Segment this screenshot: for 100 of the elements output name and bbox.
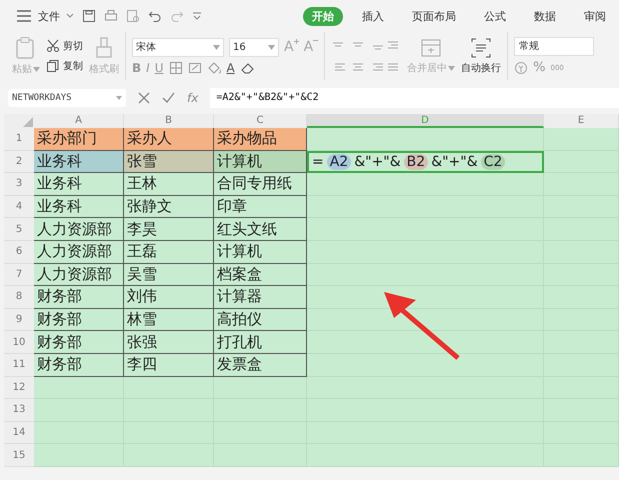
column-header[interactable]: E [544,114,619,128]
triangle-icon [23,117,33,127]
ribbon-tab[interactable]: 插入 [353,6,393,26]
column-header[interactable]: D [307,114,544,128]
dropdown-icon[interactable] [192,11,202,21]
caret-icon[interactable] [66,13,74,19]
copy-button[interactable]: 复制 [46,59,83,73]
row-number[interactable]: 6 [4,240,34,264]
table-cell: 林雪 [124,308,214,332]
plus-icon [294,39,299,44]
row-number[interactable]: 9 [4,308,34,332]
row-number[interactable]: 13 [4,399,34,422]
row-number[interactable]: 1 [4,128,34,151]
ribbon-tab[interactable]: 页面布局 [403,6,465,26]
table-cell: 人力资源部 [34,264,124,286]
table-cell: 李四 [124,354,214,377]
ribbon-tab[interactable]: 开始 [303,6,343,26]
file-menu[interactable]: 文件 [38,8,60,24]
row-number[interactable]: 11 [4,354,34,377]
ribbon-tab[interactable]: 数据 [525,6,565,26]
row-number[interactable]: 4 [4,196,34,218]
ribbon-tab[interactable]: 审阅 [575,6,615,26]
table-cell: 王林 [124,173,214,196]
font-size: 16 [233,42,246,52]
increase-font-button[interactable]: A [284,39,299,55]
clipboard-icon [15,36,37,60]
undo-icon[interactable] [148,9,162,23]
border-icon[interactable] [168,60,182,74]
font-color-button[interactable]: A [226,60,235,74]
decrease-font-button[interactable]: A [304,39,318,55]
table-cell: 高拍仪 [214,308,307,332]
table-cell: 采办人 [124,128,214,151]
percent-button[interactable]: % [533,60,546,75]
underline-button[interactable]: U [154,60,164,74]
print-icon[interactable] [104,9,118,23]
table-cell: 发票盒 [214,354,307,377]
cut-button[interactable]: 剪切 [46,39,83,53]
column-header[interactable]: A [34,114,124,128]
currency-icon[interactable] [514,60,528,74]
caret-icon [213,44,220,50]
cell-reference: C2 [480,154,506,170]
number-format-select[interactable]: 常规 [514,37,594,56]
table-cell: 印章 [214,196,307,218]
table-cell: 吴雪 [124,264,214,286]
italic-button[interactable]: I [146,60,150,74]
table-cell: 刘伟 [124,286,214,309]
table-cell: 计算机 [214,150,307,174]
formula-text: &"+"& [354,154,401,170]
select-all-corner[interactable] [4,114,34,128]
row-number[interactable]: 3 [4,173,34,196]
preview-icon[interactable] [126,9,140,23]
paste-button[interactable]: 粘贴 [12,36,40,76]
fill-style-icon[interactable] [188,60,202,74]
eraser-icon[interactable] [240,60,256,74]
table-cell: 张强 [124,331,214,354]
table-cell: 业务科 [34,173,124,196]
merge-center-button[interactable]: 合并居中 [407,37,456,75]
formula-text: = [312,154,324,170]
save-icon[interactable] [82,9,96,23]
letter-label: A [284,39,294,55]
redo-icon[interactable] [170,9,184,23]
column-header[interactable]: C [214,114,307,128]
table-cell: 王磊 [124,240,214,264]
table-cell: 计算机 [214,240,307,264]
table-cell: 财务部 [34,354,124,377]
cell-reference: A2 [326,154,352,170]
brush-icon [94,36,114,60]
table-cell: 红头文纸 [214,218,307,241]
row-number[interactable]: 12 [4,376,34,400]
table-cell: 计算器 [214,286,307,309]
scissors-icon [46,39,60,53]
table-cell: 打孔机 [214,331,307,354]
formula-input[interactable]: =A2&"+"&B2&"+"&C2 [210,88,619,108]
format-painter-button[interactable]: 格式刷 [89,36,119,76]
row-number[interactable]: 5 [4,218,34,241]
row-number[interactable]: 14 [4,422,34,444]
font-select[interactable]: 宋体 [132,38,224,56]
row-number[interactable]: 10 [4,331,34,354]
menu-icon[interactable] [16,10,32,22]
column-header[interactable]: B [124,114,214,128]
function-button[interactable]: fx [187,91,198,105]
table-cell: 张雪 [124,150,214,174]
copy-icon [46,59,60,73]
fill-bucket-icon[interactable] [206,60,222,74]
cancel-icon[interactable] [138,92,150,104]
row-number[interactable]: 8 [4,286,34,309]
table-cell: 李昊 [124,218,214,241]
caret-icon [268,44,275,50]
wrap-text-button[interactable]: 自动换行 [461,37,502,75]
font-size-select[interactable]: 16 [229,38,279,56]
table-cell: 业务科 [34,196,124,218]
row-number[interactable]: 7 [4,264,34,286]
check-icon[interactable] [162,92,175,104]
ribbon-tab[interactable]: 公式 [475,6,515,26]
table-cell: 张静文 [124,196,214,218]
name-box[interactable]: NETWORKDAYS [8,89,126,107]
bold-button[interactable]: B [132,60,142,74]
row-number[interactable]: 2 [4,150,34,174]
wrap-text-icon [470,37,492,59]
row-number[interactable]: 15 [4,444,34,467]
